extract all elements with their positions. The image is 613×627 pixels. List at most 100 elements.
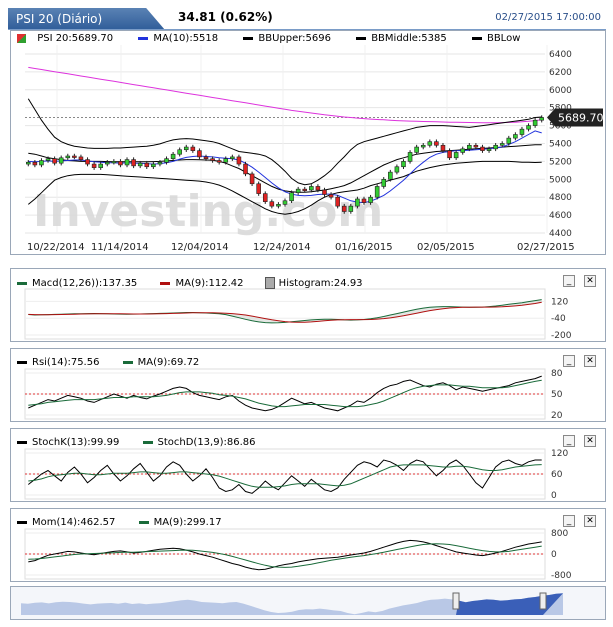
stoch-minimize-button[interactable]: _ bbox=[563, 435, 575, 447]
candle bbox=[65, 153, 71, 161]
legend-macd: Macd(12,26)):137.35 bbox=[32, 278, 138, 289]
candle-body bbox=[39, 160, 44, 166]
color-square-icon bbox=[17, 33, 26, 43]
candle-body bbox=[230, 156, 235, 159]
candle-body bbox=[420, 144, 426, 148]
candle-body bbox=[414, 146, 419, 153]
candle-body bbox=[361, 198, 367, 203]
price-flag-label: 5689.70 bbox=[558, 112, 604, 125]
candle-body bbox=[98, 163, 103, 168]
candle bbox=[52, 156, 57, 166]
candle-body bbox=[52, 158, 57, 164]
candle-body bbox=[203, 156, 209, 159]
candle bbox=[118, 159, 123, 168]
candle bbox=[216, 158, 222, 165]
legend-mom-ma: MA(9):299.17 bbox=[153, 517, 222, 528]
macd-minimize-button[interactable]: _ bbox=[563, 275, 575, 287]
stoch-panel: 120 60 0 StochK(13):99.99 StochD(13,9):86.… bbox=[10, 428, 606, 502]
candle bbox=[230, 154, 235, 161]
candle-body bbox=[249, 173, 255, 185]
candle bbox=[177, 147, 182, 157]
y-tick-label: 4400 bbox=[549, 229, 572, 239]
y-tick-label: 0 bbox=[551, 550, 557, 560]
candle-body bbox=[85, 159, 90, 165]
main-chart-svg[interactable]: 4400460048005000520054005600580060006200… bbox=[11, 31, 605, 254]
candle-body bbox=[401, 161, 406, 168]
legend-bbmiddle: BBMiddle:5385 bbox=[371, 33, 447, 44]
candle-body bbox=[440, 144, 446, 151]
candle bbox=[394, 164, 400, 175]
x-tick-label: 12/24/2014 bbox=[253, 242, 311, 253]
rsi-legend: Rsi(14):75.56 MA(9):69.72 bbox=[17, 357, 199, 368]
candle-body bbox=[118, 161, 123, 166]
stochd-swatch bbox=[142, 440, 153, 444]
stochk-swatch bbox=[17, 440, 27, 444]
candle bbox=[124, 157, 130, 168]
bbmiddle-swatch bbox=[356, 36, 367, 40]
stoch-close-button[interactable]: ✕ bbox=[584, 435, 596, 447]
mom-ma-swatch bbox=[138, 520, 149, 524]
bbupper-swatch bbox=[243, 36, 254, 40]
x-tick-label: 12/04/2014 bbox=[171, 242, 229, 253]
candle-body bbox=[355, 198, 360, 207]
candle-body bbox=[388, 171, 393, 180]
candle bbox=[532, 117, 538, 128]
candle-body bbox=[72, 155, 77, 158]
candle-body bbox=[223, 158, 229, 163]
price-flag: 5689.70 bbox=[547, 108, 604, 127]
y-tick-label: -200 bbox=[551, 331, 572, 341]
candle bbox=[72, 153, 77, 160]
y-tick-label: 4600 bbox=[549, 211, 572, 221]
main-chart-panel: 4400460048005000520054005600580060006200… bbox=[10, 30, 606, 255]
y-tick-label: 120 bbox=[551, 297, 568, 307]
y-tick-label: 6400 bbox=[549, 50, 572, 60]
legend-stochk: StochK(13):99.99 bbox=[32, 437, 120, 448]
y-tick-label: 6200 bbox=[549, 68, 572, 78]
rsi-minimize-button[interactable]: _ bbox=[563, 355, 575, 367]
chart-title-tab[interactable]: PSI 20 (Diário) bbox=[8, 8, 165, 30]
candle bbox=[183, 144, 189, 152]
mom-panel: 800 0 -800 Mom(14):462.57 MA(9):299.17 _ ✕ bbox=[10, 508, 606, 582]
y-tick-label: 20 bbox=[551, 411, 563, 421]
navigator-svg[interactable] bbox=[11, 587, 605, 619]
navigator-panel bbox=[10, 586, 606, 620]
candle-body bbox=[190, 146, 196, 151]
macd-close-button[interactable]: ✕ bbox=[584, 275, 596, 287]
candle-body bbox=[381, 178, 387, 187]
candle bbox=[335, 194, 340, 209]
candle-body bbox=[519, 128, 525, 135]
candle-body bbox=[170, 153, 176, 159]
candle bbox=[91, 161, 97, 170]
mom-minimize-button[interactable]: _ bbox=[563, 515, 575, 527]
candle-body bbox=[276, 204, 281, 207]
candle-body bbox=[453, 152, 459, 159]
candle-body bbox=[137, 162, 143, 167]
candle-body bbox=[348, 205, 354, 212]
candle-body bbox=[105, 161, 110, 165]
y-tick-label: 60 bbox=[551, 470, 563, 480]
candle bbox=[111, 159, 117, 165]
candle-body bbox=[394, 166, 400, 173]
candle bbox=[480, 144, 485, 153]
candle-body bbox=[269, 201, 275, 207]
candle-body bbox=[539, 117, 544, 121]
candle-body bbox=[91, 163, 97, 168]
mom-close-button[interactable]: ✕ bbox=[584, 515, 596, 527]
candle-body bbox=[289, 192, 294, 202]
legend-rsi-ma: MA(9):69.72 bbox=[137, 357, 200, 368]
legend-bbupper: BBUpper:5696 bbox=[258, 33, 331, 44]
candle-body bbox=[183, 146, 189, 151]
macd-legend: Macd(12,26)):137.35 MA(9):112.42 Histogr… bbox=[17, 277, 363, 289]
candle-body bbox=[295, 188, 301, 194]
candle-body bbox=[407, 152, 413, 162]
candle-body bbox=[315, 186, 321, 191]
macd-ma-swatch bbox=[160, 281, 171, 285]
x-tick-label: 11/14/2014 bbox=[91, 242, 149, 253]
candle-body bbox=[32, 161, 38, 166]
rsi-close-button[interactable]: ✕ bbox=[584, 355, 596, 367]
candle-body bbox=[45, 158, 51, 161]
candle-body bbox=[322, 189, 327, 195]
mom-swatch bbox=[17, 520, 27, 524]
candle-body bbox=[328, 194, 334, 198]
price-quote: 34.81 (0.62%) bbox=[178, 10, 273, 24]
